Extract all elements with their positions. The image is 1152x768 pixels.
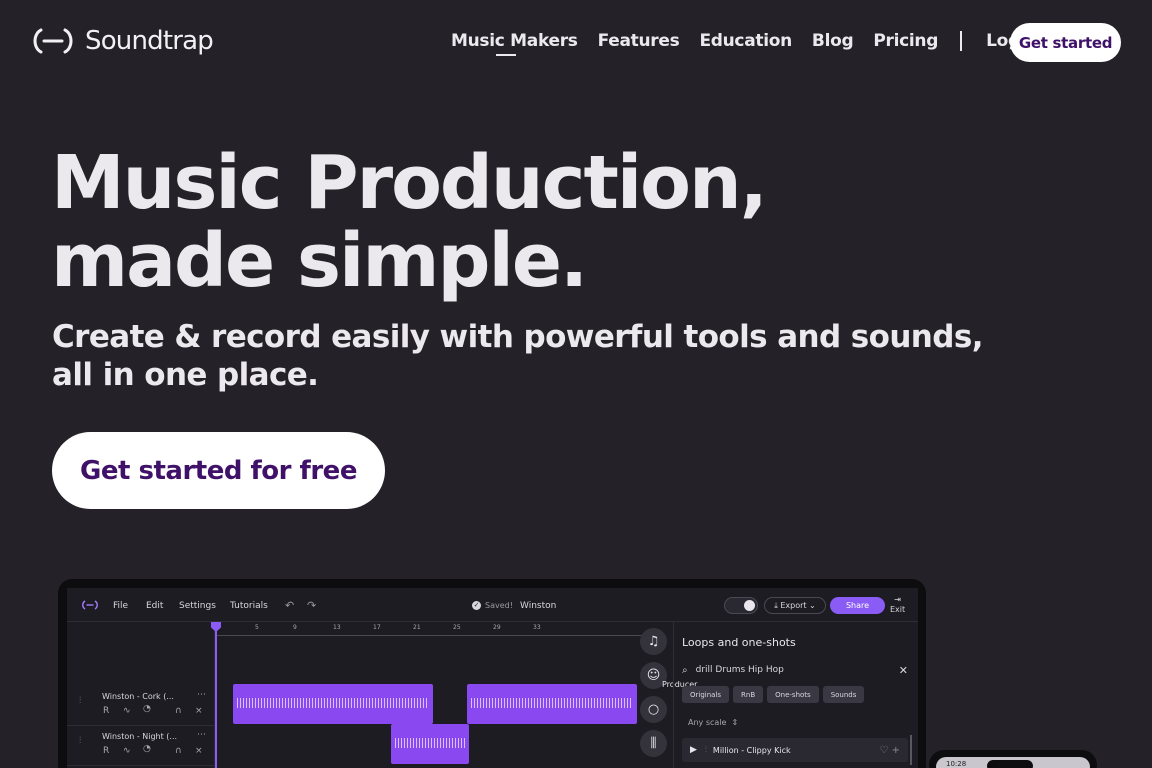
audio-clip[interactable] (467, 684, 637, 724)
phone-time: 10:28 (946, 760, 967, 768)
menu-file[interactable]: File (113, 601, 128, 611)
volume-knob-icon[interactable]: ◔ (143, 704, 151, 714)
site-header: Soundtrap Music Makers Features Educatio… (0, 0, 1152, 86)
waveform-icon: ⫶ (704, 745, 707, 754)
headphones-icon[interactable]: ∩ (175, 746, 182, 756)
arrangement-timeline[interactable]: 5 9 13 17 21 25 29 33 (211, 622, 645, 768)
music-note-icon[interactable]: ♫ (640, 628, 667, 655)
playhead[interactable] (211, 622, 221, 768)
exit-icon: ⇥ (894, 595, 901, 604)
nav-blog[interactable]: Blog (812, 31, 854, 51)
ruler-tick: 33 (533, 624, 541, 631)
filter-chips: Originals RnB One-shots Sounds (682, 686, 865, 703)
loops-search-input[interactable]: ⌕ drill Drums Hip Hop (682, 660, 908, 680)
scale-select[interactable]: Any scale ⇕ (688, 718, 738, 727)
mixer-icon[interactable]: ⫼ (640, 730, 667, 757)
menu-settings[interactable]: Settings (179, 601, 216, 611)
scale-value: Any scale (688, 718, 727, 727)
loops-panel: Loops and one-shots ⌕ drill Drums Hip Ho… (673, 622, 918, 768)
get-started-free-button[interactable]: Get started for free (52, 432, 385, 509)
loop-result[interactable]: ▶ ⫶ Million - Clippy Kick ♡ + (682, 738, 908, 762)
chevron-down-icon: ⌄ (806, 601, 816, 610)
share-button[interactable]: Share (830, 597, 885, 614)
track-row[interactable]: ⫶ Winston - Night (... ⋯ R ∿ ◔ ∩ × (67, 726, 215, 766)
ruler-tick: 17 (373, 624, 381, 631)
theme-toggle[interactable] (724, 597, 758, 614)
track-name: Winston - Cork (... (102, 692, 174, 701)
audio-track-icon: ⫶ (79, 696, 82, 706)
chip-originals[interactable]: Originals (682, 686, 730, 703)
automation-icon[interactable]: ∿ (123, 706, 131, 716)
studio-logo-icon (82, 600, 98, 610)
more-icon[interactable]: ⋯ (197, 690, 206, 700)
menu-tutorials[interactable]: Tutorials (230, 601, 268, 611)
ruler-tick: 25 (453, 624, 461, 631)
ruler-tick: 9 (293, 624, 297, 631)
studio-preview: File Edit Settings Tutorials ↶ ↷ ✓ Saved… (67, 588, 918, 768)
soundtrap-logo[interactable]: Soundtrap (31, 26, 214, 56)
loops-scrollbar[interactable] (910, 735, 912, 765)
more-icon[interactable]: ⋯ (197, 730, 206, 740)
logo-text: Soundtrap (85, 26, 214, 56)
hero-title: Music Production, made simple. (51, 140, 768, 304)
studio-toolbar: File Edit Settings Tutorials ↶ ↷ ✓ Saved… (67, 588, 918, 622)
exit-button[interactable]: ⇥ Exit (890, 595, 905, 615)
exit-label: Exit (890, 605, 906, 614)
audio-track-icon: ⫶ (79, 736, 82, 746)
nav-music-makers[interactable]: Music Makers (451, 31, 578, 56)
search-icon: ⌕ (682, 664, 688, 676)
soundtrap-logo-icon (33, 28, 73, 54)
nav-pricing[interactable]: Pricing (873, 31, 938, 51)
ruler-tick: 29 (493, 624, 501, 631)
automation-icon[interactable]: ∿ (123, 746, 131, 756)
share-label: Share (845, 601, 870, 610)
export-label: Export (780, 601, 807, 610)
nav-education[interactable]: Education (699, 31, 792, 51)
hero-subtitle: Create & record easily with powerful too… (52, 319, 983, 393)
ruler-tick: 21 (413, 624, 421, 631)
comment-icon[interactable]: ○ (640, 696, 667, 723)
chip-one-shots[interactable]: One-shots (767, 686, 819, 703)
project-name[interactable]: Winston (520, 601, 556, 611)
search-value: drill Drums Hip Hop (695, 665, 784, 675)
mute-icon[interactable]: × (195, 706, 203, 716)
track-list: ⫶ Winston - Cork (... ⋯ R ∿ ◔ ∩ × ⫶ Wins… (67, 622, 215, 768)
record-arm-icon[interactable]: R (103, 706, 109, 716)
moon-icon (744, 600, 755, 611)
track-name: Winston - Night (... (102, 732, 178, 741)
audio-clip[interactable] (391, 724, 469, 764)
play-icon[interactable]: ▶ (690, 745, 697, 755)
ruler-tick: 13 (333, 624, 341, 631)
redo-icon[interactable]: ↷ (307, 599, 316, 612)
ruler-tick: 5 (255, 624, 259, 631)
loop-name: Million - Clippy Kick (712, 745, 791, 755)
undo-icon[interactable]: ↶ (285, 599, 294, 612)
chip-sounds[interactable]: Sounds (822, 686, 865, 703)
audio-clip[interactable] (233, 684, 433, 724)
save-status-text: Saved! (485, 601, 513, 610)
nav-divider (960, 31, 963, 51)
chevron-updown-icon: ⇕ (728, 718, 739, 727)
mute-icon[interactable]: × (195, 746, 203, 756)
headphones-icon[interactable]: ∩ (175, 706, 182, 716)
timeline-ruler[interactable]: 5 9 13 17 21 25 29 33 (215, 622, 645, 636)
check-icon: ✓ (472, 601, 481, 610)
close-icon[interactable]: ✕ (899, 664, 908, 677)
export-button[interactable]: ⤓ Export ⌄ (764, 597, 826, 614)
menu-edit[interactable]: Edit (146, 601, 163, 611)
volume-knob-icon[interactable]: ◔ (143, 744, 151, 754)
nav-features[interactable]: Features (598, 31, 680, 51)
get-started-button[interactable]: Get started (1010, 23, 1121, 62)
loops-title: Loops and one-shots (682, 636, 796, 649)
chip-rnb[interactable]: RnB (733, 686, 764, 703)
phone-notch (987, 760, 1033, 768)
record-arm-icon[interactable]: R (103, 746, 109, 756)
main-nav: Music Makers Features Education Blog Pri… (451, 31, 1043, 56)
save-status: ✓ Saved! (472, 601, 513, 610)
track-row[interactable]: ⫶ Winston - Cork (... ⋯ R ∿ ◔ ∩ × (67, 686, 215, 726)
favorite-add-icons[interactable]: ♡ + (879, 745, 900, 756)
